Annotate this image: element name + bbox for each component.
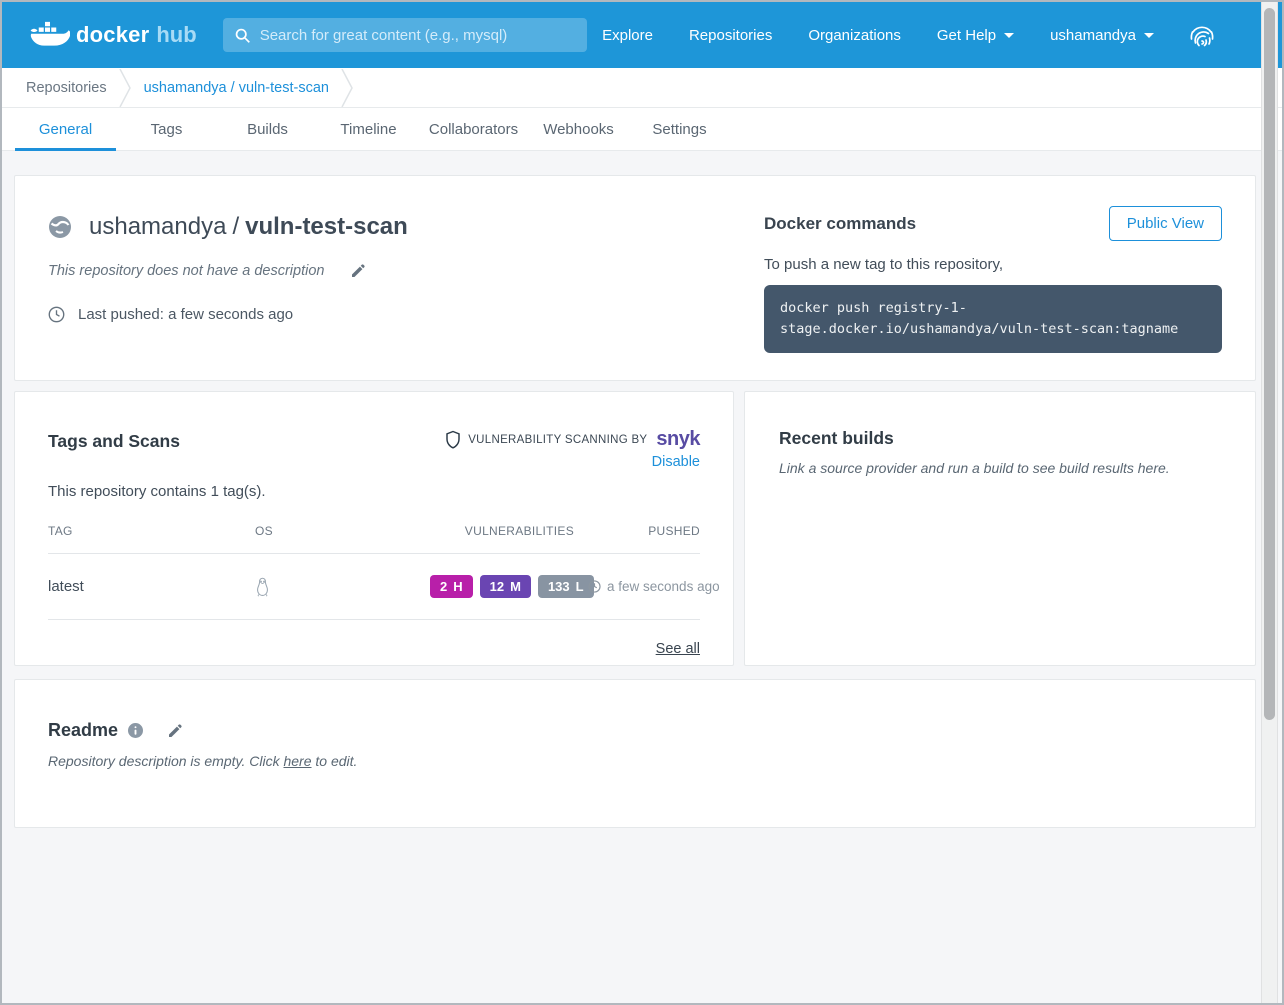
nav-user-menu[interactable]: ushamandya bbox=[1050, 27, 1154, 44]
tab-webhooks[interactable]: Webhooks bbox=[528, 108, 629, 150]
column-header-vulnerabilities: VULNERABILITIES bbox=[430, 524, 574, 538]
info-icon[interactable] bbox=[128, 723, 143, 738]
low-severity-badge[interactable]: 133 L bbox=[538, 575, 594, 598]
docker-push-command-block[interactable]: docker push registry-1- stage.docker.io/… bbox=[764, 285, 1222, 353]
tag-pushed-time: a few seconds ago bbox=[607, 579, 720, 594]
tag-count-summary: This repository contains 1 tag(s). bbox=[48, 483, 700, 500]
docker-hub-page: docker hub Explore Repositories Organizat… bbox=[0, 0, 1284, 1005]
vulnerability-scanning-label: VULNERABILITY SCANNING BY bbox=[468, 434, 647, 446]
tags-table-header: TAG OS VULNERABILITIES PUSHED bbox=[48, 524, 700, 554]
nav-repositories[interactable]: Repositories bbox=[689, 27, 772, 44]
tags-and-scans-card: Tags and Scans VULNERABILITY SCANNING BY… bbox=[14, 391, 734, 666]
edit-here-link[interactable]: here bbox=[283, 753, 311, 769]
table-row[interactable]: latest 2 H bbox=[48, 554, 700, 620]
snyk-logo: snyk bbox=[656, 428, 700, 451]
column-header-tag: TAG bbox=[48, 524, 255, 538]
top-navbar: docker hub Explore Repositories Organizat… bbox=[2, 2, 1282, 68]
see-all-link[interactable]: See all bbox=[656, 641, 700, 657]
edit-description-pencil-icon[interactable] bbox=[350, 263, 366, 279]
breadcrumb-current-repo[interactable]: ushamandya / vuln-test-scan bbox=[144, 80, 329, 96]
public-globe-icon bbox=[48, 215, 72, 239]
medium-severity-badge[interactable]: 12 M bbox=[480, 575, 531, 598]
chevron-down-icon bbox=[1004, 33, 1014, 38]
navbar-links: Explore Repositories Organizations Get H… bbox=[602, 19, 1218, 51]
nav-explore[interactable]: Explore bbox=[602, 27, 653, 44]
repo-name: vuln-test-scan bbox=[245, 213, 408, 240]
nav-get-help-menu[interactable]: Get Help bbox=[937, 27, 1014, 44]
readme-empty-text: Repository description is empty. Click h… bbox=[48, 753, 1255, 769]
command-line-1: docker push registry-1- bbox=[780, 300, 967, 316]
scrollbar-thumb[interactable] bbox=[1264, 8, 1275, 720]
page-title: ushamandya/vuln-test-scan bbox=[89, 213, 408, 241]
readme-title: Readme bbox=[48, 720, 118, 741]
fingerprint-icon[interactable] bbox=[1186, 19, 1218, 51]
repo-description-placeholder: This repository does not have a descript… bbox=[48, 263, 324, 279]
nav-organizations[interactable]: Organizations bbox=[808, 27, 901, 44]
docker-commands-title: Docker commands bbox=[764, 214, 916, 234]
breadcrumb-chevron-icon bbox=[341, 69, 354, 107]
search-bar[interactable] bbox=[223, 18, 587, 52]
repo-namespace: ushamandya bbox=[89, 213, 226, 240]
tab-builds[interactable]: Builds bbox=[217, 108, 318, 150]
docker-whale-icon bbox=[30, 20, 70, 50]
column-header-os: OS bbox=[255, 524, 430, 538]
push-instruction-text: To push a new tag to this repository, bbox=[764, 256, 1222, 273]
readme-card: Readme Repository description is empty. … bbox=[14, 679, 1256, 828]
tag-name[interactable]: latest bbox=[48, 578, 255, 595]
tags-table: TAG OS VULNERABILITIES PUSHED latest bbox=[48, 524, 700, 620]
shield-icon bbox=[445, 430, 461, 449]
tab-settings[interactable]: Settings bbox=[629, 108, 730, 150]
chevron-down-icon bbox=[1144, 33, 1154, 38]
docker-commands-section: Docker commands Public View To push a ne… bbox=[764, 206, 1222, 353]
tab-tags[interactable]: Tags bbox=[116, 108, 217, 150]
repo-tabbar: General Tags Builds Timeline Collaborato… bbox=[2, 108, 1282, 151]
clock-icon bbox=[48, 306, 65, 323]
tab-collaborators[interactable]: Collaborators bbox=[419, 108, 528, 150]
docker-hub-logo[interactable]: docker hub bbox=[30, 20, 197, 50]
breadcrumb-chevron-icon bbox=[119, 69, 132, 107]
command-line-2: stage.docker.io/ushamandya/vuln-test-sca… bbox=[780, 321, 1178, 337]
last-pushed-text: Last pushed: a few seconds ago bbox=[78, 306, 293, 323]
column-header-pushed: PUSHED bbox=[574, 524, 700, 538]
repo-header-card: ushamandya/vuln-test-scan This repositor… bbox=[14, 175, 1256, 381]
linux-penguin-icon bbox=[255, 577, 430, 597]
scrollbar-track[interactable] bbox=[1261, 2, 1278, 1003]
public-view-button[interactable]: Public View bbox=[1109, 206, 1222, 241]
search-input[interactable] bbox=[260, 27, 576, 44]
tab-timeline[interactable]: Timeline bbox=[318, 108, 419, 150]
recent-builds-title: Recent builds bbox=[779, 428, 1221, 449]
recent-builds-card: Recent builds Link a source provider and… bbox=[744, 391, 1256, 666]
brand-suffix: hub bbox=[156, 22, 196, 48]
clock-icon bbox=[588, 580, 601, 593]
tab-general[interactable]: General bbox=[15, 108, 116, 150]
breadcrumb: Repositories ushamandya / vuln-test-scan bbox=[2, 68, 1282, 108]
breadcrumb-repositories[interactable]: Repositories bbox=[26, 80, 107, 96]
disable-scanning-link[interactable]: Disable bbox=[652, 454, 700, 470]
high-severity-badge[interactable]: 2 H bbox=[430, 575, 473, 598]
recent-builds-empty-text: Link a source provider and run a build t… bbox=[779, 460, 1221, 476]
brand-name: docker bbox=[76, 22, 149, 48]
search-icon bbox=[234, 27, 251, 44]
vulnerability-badges: 2 H 12 M 133 L bbox=[430, 575, 594, 598]
tags-scans-title: Tags and Scans bbox=[48, 428, 180, 452]
edit-readme-pencil-icon[interactable] bbox=[167, 723, 183, 739]
